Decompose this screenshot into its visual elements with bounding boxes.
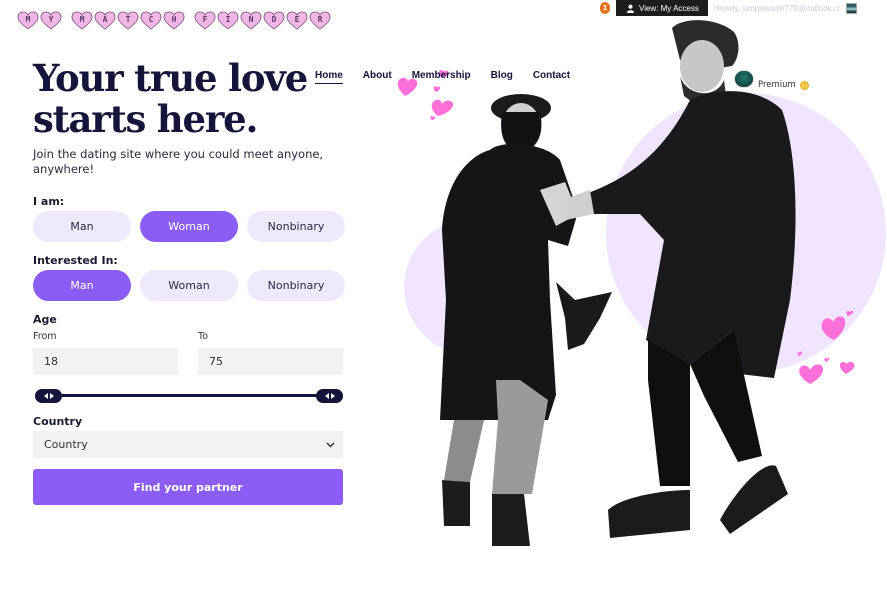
chevron-down-icon [326, 442, 335, 447]
coin-icon [799, 80, 809, 90]
interested-woman-option[interactable]: Woman [140, 270, 238, 301]
slider-max-handle[interactable] [316, 389, 343, 403]
main-nav: Home About Membership Blog Contact [315, 70, 570, 84]
logo-word-my: M Y [17, 11, 62, 30]
premium-label: Premium [758, 80, 796, 90]
age-to-input[interactable]: 75 [198, 348, 343, 375]
nav-blog[interactable]: Blog [491, 70, 513, 84]
i-am-woman-option[interactable]: Woman [140, 211, 238, 242]
age-range-slider[interactable] [35, 389, 343, 403]
logo-heart-letter: M [71, 11, 93, 30]
from-label: From [33, 331, 57, 342]
view-my-access-label: View: My Access [639, 3, 699, 13]
interested-in-options: Man Woman Nonbinary [33, 270, 345, 301]
logo-heart-letter: M [17, 11, 39, 30]
woman-figure [440, 94, 612, 546]
logo-heart-letter: E [286, 11, 308, 30]
find-partner-button[interactable]: Find your partner [33, 469, 343, 505]
man-figure [566, 20, 796, 538]
logo-heart-letter: I [217, 11, 239, 30]
logo-heart-letter: A [94, 11, 116, 30]
nav-about[interactable]: About [363, 70, 392, 84]
to-label: To [198, 331, 209, 342]
couple-hero-image [397, 20, 886, 546]
nav-home[interactable]: Home [315, 70, 343, 84]
account-menu[interactable]: Premium [734, 68, 809, 90]
logo-heart-letter: T [117, 11, 139, 30]
age-label: Age [33, 313, 57, 326]
headline-line-2: starts here. [33, 97, 258, 141]
logo-heart-letter: N [240, 11, 262, 30]
country-label: Country [33, 415, 83, 428]
slider-track [55, 394, 321, 397]
hero-subtitle: Join the dating site where you could mee… [33, 147, 324, 176]
arrow-left-icon [324, 393, 329, 399]
logo-heart-letter: C [140, 11, 162, 30]
view-my-access-button[interactable]: View: My Access [616, 0, 708, 16]
profile-avatar[interactable] [734, 70, 754, 88]
logo-heart-letter: H [163, 11, 185, 30]
howdy-text[interactable]: Howdy, simplesodie770@outlook.com [714, 4, 840, 13]
i-am-label: I am: [33, 195, 65, 208]
headline-line-1: Your true love [33, 56, 308, 100]
logo-heart-letter: R [309, 11, 331, 30]
lavender-blob [606, 93, 886, 373]
i-am-nonbinary-option[interactable]: Nonbinary [247, 211, 345, 242]
logo-word-finder: F I N D E R [194, 11, 331, 30]
age-from-input[interactable]: 18 [33, 348, 178, 375]
nav-contact[interactable]: Contact [533, 70, 570, 84]
nav-membership[interactable]: Membership [412, 70, 471, 84]
admin-avatar[interactable] [845, 2, 857, 14]
lavender-blob-small [404, 219, 540, 355]
slider-min-handle[interactable] [35, 389, 62, 403]
country-select-value: Country [44, 438, 88, 451]
site-logo[interactable]: M Y M A T C H F I N D E R [17, 11, 340, 30]
logo-heart-letter: F [194, 11, 216, 30]
interested-man-option[interactable]: Man [33, 270, 131, 301]
hero-headline: Your true love starts here. [33, 58, 333, 140]
logo-heart-letter: D [263, 11, 285, 30]
i-am-options: Man Woman Nonbinary [33, 211, 345, 242]
country-select[interactable]: Country [33, 431, 343, 458]
user-icon [626, 4, 635, 13]
logo-heart-letter: Y [40, 11, 62, 30]
interested-in-label: Interested In: [33, 254, 118, 267]
notification-badge[interactable]: 1 [600, 2, 610, 14]
logo-word-match: M A T C H [71, 11, 185, 30]
i-am-man-option[interactable]: Man [33, 211, 131, 242]
arrow-right-icon [49, 393, 54, 399]
admin-bar: 1 View: My Access Howdy, simplesodie770@… [600, 0, 857, 16]
floating-hearts [397, 70, 855, 384]
interested-nonbinary-option[interactable]: Nonbinary [247, 270, 345, 301]
arrow-right-icon [330, 393, 335, 399]
arrow-left-icon [43, 393, 48, 399]
